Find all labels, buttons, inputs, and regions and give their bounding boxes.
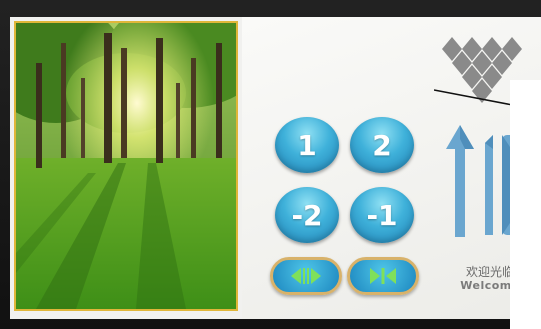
floor-button-label: 2 [372, 128, 392, 162]
control-panel: 1 2 -2 -1 欢迎光临 Welcome [242, 17, 541, 319]
up-arrow-icon [446, 125, 474, 237]
floor-button-label: -1 [366, 198, 398, 232]
forest-photo [14, 21, 238, 311]
floor-button-1[interactable]: 1 [275, 117, 339, 173]
elevator-display: 1 2 -2 -1 欢迎光临 Welcome [10, 17, 541, 319]
floor-button-label: 1 [297, 128, 317, 162]
door-open-icon [291, 268, 321, 284]
door-open-button[interactable] [270, 257, 342, 295]
floor-button-minus-2[interactable]: -2 [275, 187, 339, 243]
callout-box [510, 80, 541, 329]
floor-button-minus-1[interactable]: -1 [350, 187, 414, 243]
door-close-icon [370, 268, 396, 284]
door-close-button[interactable] [347, 257, 419, 295]
floor-button-2[interactable]: 2 [350, 117, 414, 173]
floor-button-label: -2 [291, 198, 323, 232]
